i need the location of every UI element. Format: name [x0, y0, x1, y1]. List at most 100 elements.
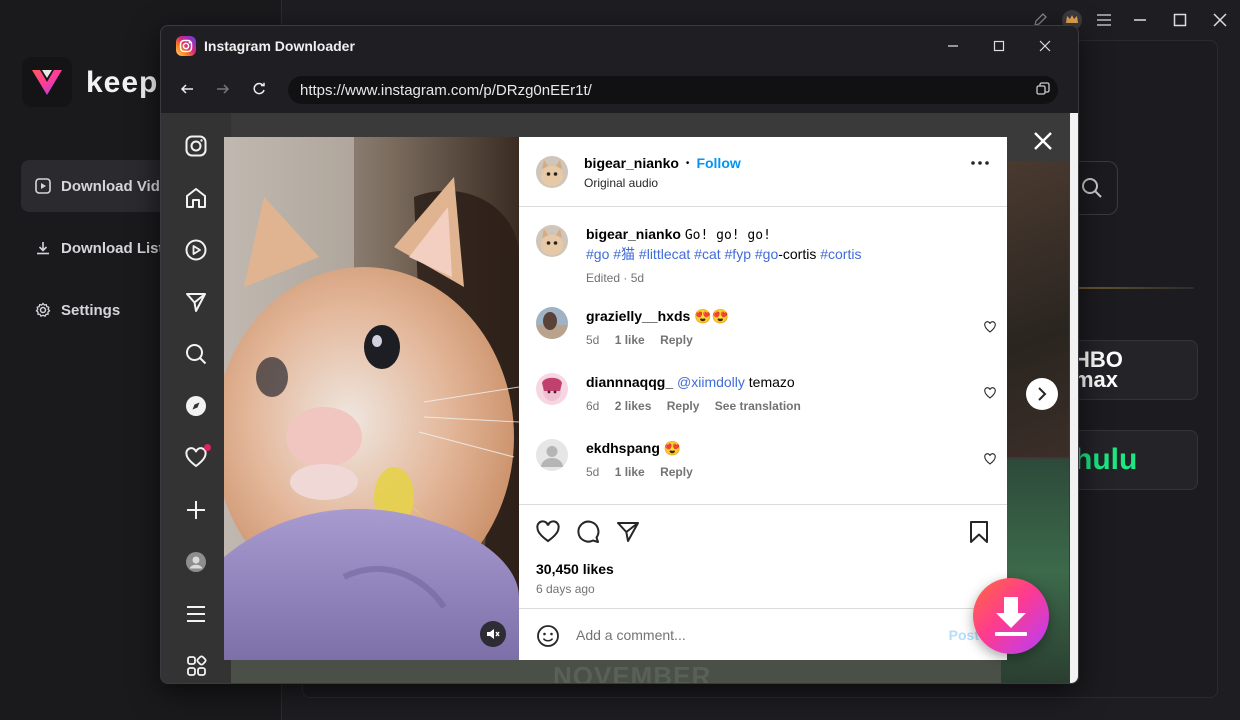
logo-icon [32, 70, 62, 95]
service-hulu[interactable]: hulu [1068, 430, 1198, 490]
instagram-nav-rail [161, 113, 231, 683]
profile-avatar-icon[interactable] [183, 549, 209, 575]
create-plus-icon[interactable] [183, 497, 209, 523]
likes-count[interactable]: 30,450 likes [536, 561, 614, 577]
author-avatar[interactable] [536, 225, 568, 257]
follow-button[interactable]: Follow [696, 155, 740, 171]
notifications-heart-icon[interactable] [183, 444, 211, 471]
comment-text: temazo [748, 374, 795, 390]
post-details: bigear_nianko • Follow Original audio bi… [519, 137, 1007, 660]
refresh-icon[interactable] [241, 71, 277, 107]
add-comment-bar: Add a comment... Post [519, 608, 1007, 660]
search-icon[interactable] [183, 341, 209, 367]
next-post-button[interactable] [1026, 378, 1058, 410]
emoji-icon[interactable] [536, 624, 560, 648]
download-arrow-icon [995, 597, 1027, 636]
muted-speaker-icon [487, 629, 500, 639]
menu-icon[interactable] [1088, 0, 1120, 40]
minimize-icon[interactable] [930, 26, 976, 66]
app-logo [22, 57, 72, 107]
comment-text: 😍😍 [694, 308, 730, 324]
reply-button[interactable]: Reply [660, 465, 693, 479]
save-bookmark-icon[interactable] [969, 520, 989, 544]
like-heart-icon[interactable] [536, 520, 560, 544]
back-arrow-icon[interactable] [169, 71, 205, 107]
comment-time: 6d [586, 399, 600, 413]
commenter-avatar[interactable] [536, 307, 568, 339]
url-bar[interactable]: https://www.instagram.com/p/DRzg0nEEr1t/ [288, 76, 1058, 104]
chevron-right-icon [1038, 387, 1047, 401]
separator-dot: • [685, 157, 690, 169]
explore-icon[interactable] [183, 393, 209, 419]
more-options-icon[interactable] [971, 161, 989, 165]
commenter-username[interactable]: diannnaqqg_ [586, 374, 673, 390]
scrollbar-track[interactable] [1070, 113, 1078, 683]
reply-button[interactable]: Reply [660, 333, 693, 347]
comment-likes[interactable]: 1 like [615, 333, 645, 347]
close-post-button[interactable] [1029, 127, 1057, 155]
mute-button[interactable] [480, 621, 506, 647]
comment-mention[interactable]: @xiimdolly [677, 374, 745, 390]
home-icon[interactable] [183, 185, 209, 211]
see-translation-button[interactable]: See translation [715, 399, 801, 413]
like-comment-heart-icon[interactable] [984, 321, 996, 333]
maximize-icon[interactable] [976, 26, 1022, 66]
play-square-icon [35, 178, 51, 194]
post-header: bigear_nianko • Follow Original audio [519, 137, 1007, 207]
caption-text-mid: -cortis [778, 246, 821, 262]
reels-icon[interactable] [183, 237, 209, 263]
caption-hashtag-end[interactable]: #cortis [820, 246, 861, 262]
instagram-icon[interactable] [183, 133, 209, 159]
forward-arrow-icon[interactable] [205, 71, 241, 107]
also-from-meta-icon[interactable] [183, 653, 209, 679]
service-hbo-max[interactable]: HBO max [1068, 340, 1198, 400]
window-title: Instagram Downloader [204, 38, 355, 54]
comment-item: ekdhspang 😍 5d 1 like Reply [536, 439, 996, 483]
close-app-icon[interactable] [1200, 0, 1240, 40]
instagram-logo-icon [176, 36, 196, 56]
audio-label[interactable]: Original audio [584, 176, 658, 190]
comment-text: 😍 [663, 440, 682, 456]
download-icon [37, 242, 49, 255]
caption-meta: Edited · 5d [586, 271, 645, 285]
author-username[interactable]: bigear_nianko [584, 155, 679, 171]
commenter-username[interactable]: ekdhspang [586, 440, 660, 456]
download-button[interactable] [973, 578, 1049, 654]
post-actions: 30,450 likes 6 days ago [519, 504, 1007, 608]
url-text: https://www.instagram.com/p/DRzg0nEEr1t/ [300, 81, 592, 99]
post-video[interactable] [224, 137, 519, 660]
close-icon[interactable] [1022, 26, 1068, 66]
like-comment-heart-icon[interactable] [984, 387, 996, 399]
maximize-icon[interactable] [1160, 0, 1200, 40]
copy-icon[interactable] [1036, 82, 1050, 96]
notification-dot [204, 444, 211, 451]
feed-tile-text: NOVEMBER [553, 661, 712, 684]
share-send-icon[interactable] [616, 520, 640, 544]
messages-icon[interactable] [183, 289, 209, 315]
comment-bubble-icon[interactable] [576, 520, 600, 544]
comment-time: 5d [586, 465, 600, 479]
commenter-avatar[interactable] [536, 373, 568, 405]
comment-input[interactable]: Add a comment... [576, 627, 686, 643]
more-menu-icon[interactable] [183, 601, 209, 627]
divider [1076, 287, 1194, 289]
commenter-avatar[interactable] [536, 439, 568, 471]
feed-tile [999, 161, 1069, 457]
window-controls [930, 26, 1068, 66]
comment-likes[interactable]: 1 like [615, 465, 645, 479]
service-label: hulu [1074, 443, 1138, 476]
minimize-icon[interactable] [1120, 0, 1160, 40]
author-avatar[interactable] [536, 156, 568, 188]
instagram-downloader-window: Instagram Downloader https://www.instagr… [160, 25, 1079, 684]
caption-username[interactable]: bigear_nianko [586, 226, 681, 242]
nav-label: Settings [61, 301, 121, 319]
commenter-username[interactable]: grazielly__hxds [586, 308, 690, 324]
post-comment-button[interactable]: Post [949, 627, 979, 643]
caption-text: Go! go! go! [684, 228, 771, 243]
like-comment-heart-icon[interactable] [984, 453, 996, 465]
reply-button[interactable]: Reply [667, 399, 700, 413]
app-logo-text: keepr [86, 66, 172, 99]
caption-hashtags[interactable]: #go #猫 #littlecat #cat #fyp #go [586, 246, 778, 262]
post-modal: bigear_nianko • Follow Original audio bi… [224, 137, 1007, 660]
comment-likes[interactable]: 2 likes [615, 399, 652, 413]
